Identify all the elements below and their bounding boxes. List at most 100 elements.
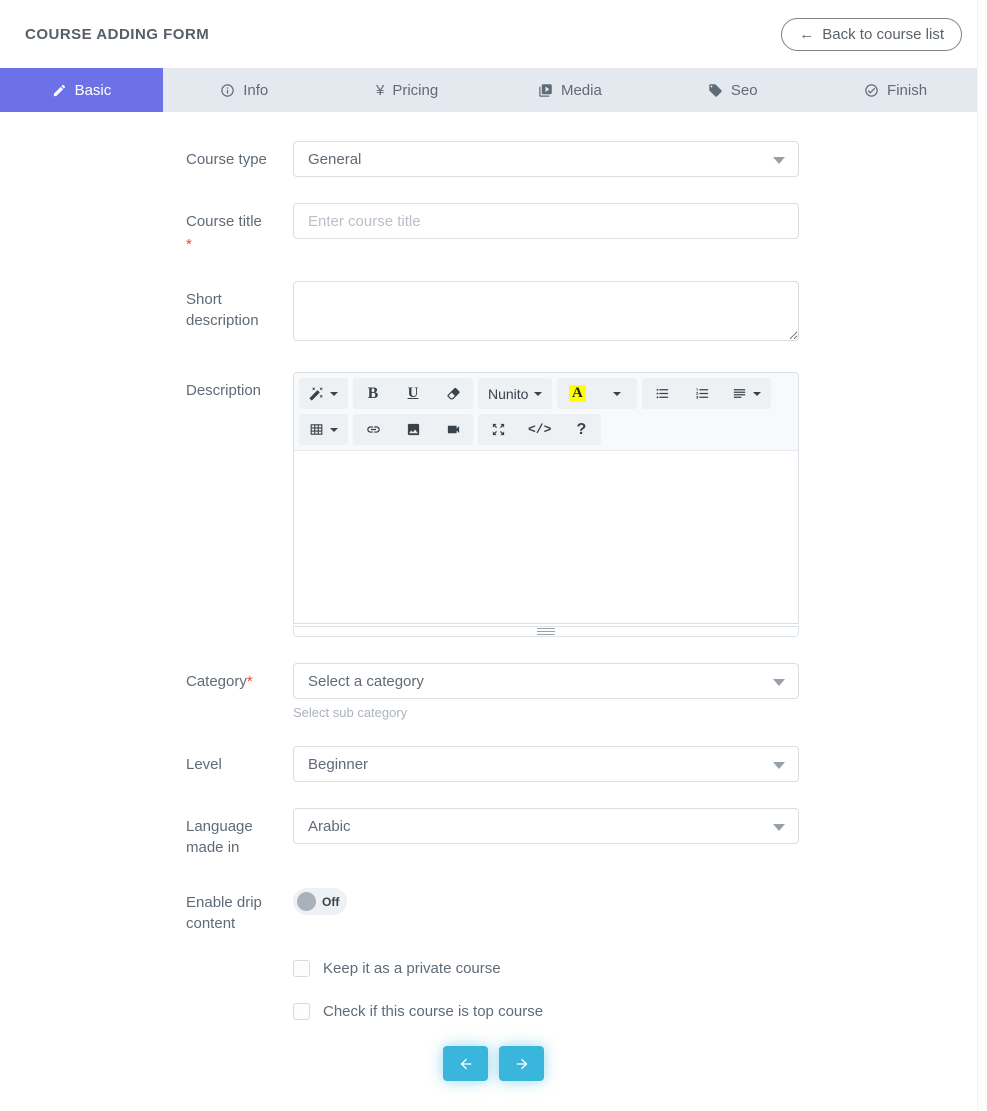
font-family-button[interactable]: Nunito — [478, 378, 552, 409]
category-select[interactable]: Select a category — [293, 663, 799, 699]
numbered-list-icon — [695, 386, 710, 401]
chevron-down-icon — [753, 392, 761, 396]
course-type-row: Course type General — [186, 141, 987, 177]
description-label: Description — [186, 372, 293, 637]
short-description-textarea[interactable] — [293, 281, 799, 341]
course-title-label: Course title * — [186, 203, 293, 255]
tab-seo[interactable]: Seo — [651, 68, 814, 112]
course-title-row: Course title * — [186, 203, 987, 255]
rich-text-editor: B U Nunito — [293, 372, 799, 624]
paragraph-align-button[interactable] — [722, 378, 771, 409]
editor-toolbar: B U Nunito — [294, 373, 798, 451]
language-label: Language made in — [186, 808, 293, 858]
chevron-down-icon — [534, 392, 542, 396]
bullet-list-icon — [655, 386, 670, 401]
tab-media[interactable]: Media — [488, 68, 651, 112]
page-title: COURSE ADDING FORM — [25, 26, 209, 43]
tab-label: Media — [561, 82, 602, 99]
back-button-label: Back to course list — [822, 26, 944, 43]
tab-label: Seo — [731, 82, 758, 99]
basic-form: Course type General Course title * Short… — [0, 112, 987, 1020]
tab-label: Info — [243, 82, 268, 99]
tag-icon — [708, 83, 723, 98]
category-value: Select a category — [308, 673, 424, 690]
back-to-course-list-button[interactable]: ← Back to course list — [781, 18, 962, 51]
editor-help-button[interactable]: ? — [561, 414, 601, 445]
code-view-button[interactable]: </> — [518, 414, 561, 445]
tab-label: Finish — [887, 82, 927, 99]
arrow-right-icon — [514, 1056, 530, 1072]
description-row: Description B — [186, 372, 987, 637]
video-camera-icon — [446, 422, 461, 437]
required-asterisk: * — [247, 673, 253, 690]
page-header: COURSE ADDING FORM ← Back to course list — [0, 0, 987, 68]
wizard-nav — [0, 1046, 987, 1081]
insert-image-button[interactable] — [393, 414, 433, 445]
unordered-list-button[interactable] — [642, 378, 682, 409]
editor-resize-handle[interactable] — [537, 628, 555, 635]
level-select[interactable]: Beginner — [293, 746, 799, 782]
course-type-label: Course type — [186, 141, 293, 177]
drip-content-label: Enable drip content — [186, 884, 293, 934]
image-icon — [406, 422, 421, 437]
tab-info[interactable]: Info — [163, 68, 326, 112]
font-color-dropdown-button[interactable] — [597, 378, 637, 409]
course-type-select[interactable]: General — [293, 141, 799, 177]
media-library-icon — [538, 83, 553, 98]
top-course-checkbox[interactable] — [293, 1003, 310, 1020]
bold-button[interactable]: B — [353, 378, 393, 409]
course-title-input[interactable] — [293, 203, 799, 239]
tab-basic[interactable]: Basic — [0, 68, 163, 112]
check-circle-icon — [864, 83, 879, 98]
required-asterisk: * — [186, 234, 279, 255]
clear-format-button[interactable] — [433, 378, 473, 409]
scrollbar-track[interactable] — [977, 0, 987, 1111]
underline-button[interactable]: U — [393, 378, 433, 409]
tab-label: Pricing — [392, 82, 438, 99]
font-color-button[interactable]: A — [557, 378, 597, 409]
description-editable-area[interactable] — [294, 451, 798, 623]
chevron-down-icon — [773, 157, 785, 164]
table-button[interactable] — [299, 414, 348, 445]
insert-video-button[interactable] — [433, 414, 473, 445]
back-arrow-icon: ← — [799, 26, 814, 43]
previous-step-button[interactable] — [443, 1046, 488, 1081]
editor-statusbar — [293, 626, 799, 637]
toggle-knob — [297, 892, 316, 911]
level-row: Level Beginner — [186, 746, 987, 782]
wizard-tab-bar: Basic Info ¥ Pricing Media Seo Finish — [0, 68, 977, 112]
subcategory-helper-text: Select sub category — [293, 705, 799, 720]
font-family-value: Nunito — [488, 386, 528, 402]
align-lines-icon — [732, 386, 747, 401]
table-grid-icon — [309, 422, 324, 437]
language-value: Arabic — [308, 818, 351, 835]
chevron-down-icon — [330, 392, 338, 396]
category-row: Category* Select a category Select sub c… — [186, 663, 987, 720]
private-course-checkbox[interactable] — [293, 960, 310, 977]
private-course-label: Keep it as a private course — [323, 960, 501, 977]
chevron-down-icon — [773, 824, 785, 831]
fullscreen-button[interactable] — [478, 414, 518, 445]
info-icon — [220, 83, 235, 98]
ordered-list-button[interactable] — [682, 378, 722, 409]
top-course-label: Check if this course is top course — [323, 1003, 543, 1020]
arrow-left-icon — [458, 1056, 474, 1072]
tab-pricing[interactable]: ¥ Pricing — [326, 68, 489, 112]
insert-link-button[interactable] — [353, 414, 393, 445]
tab-label: Basic — [75, 82, 112, 99]
level-value: Beginner — [308, 756, 368, 773]
drip-content-toggle[interactable]: Off — [293, 888, 347, 915]
chevron-down-icon — [613, 392, 621, 396]
magic-wand-icon — [309, 386, 324, 401]
tab-finish[interactable]: Finish — [814, 68, 977, 112]
style-magic-button[interactable] — [299, 378, 348, 409]
top-course-row: Check if this course is top course — [293, 1003, 987, 1020]
yen-icon: ¥ — [376, 82, 384, 99]
chevron-down-icon — [330, 428, 338, 432]
course-adding-page: COURSE ADDING FORM ← Back to course list… — [0, 0, 987, 1111]
language-select[interactable]: Arabic — [293, 808, 799, 844]
fullscreen-arrows-icon — [491, 422, 506, 437]
drip-content-row: Enable drip content Off — [186, 884, 987, 934]
short-description-label: Short description — [186, 281, 293, 346]
next-step-button[interactable] — [499, 1046, 544, 1081]
